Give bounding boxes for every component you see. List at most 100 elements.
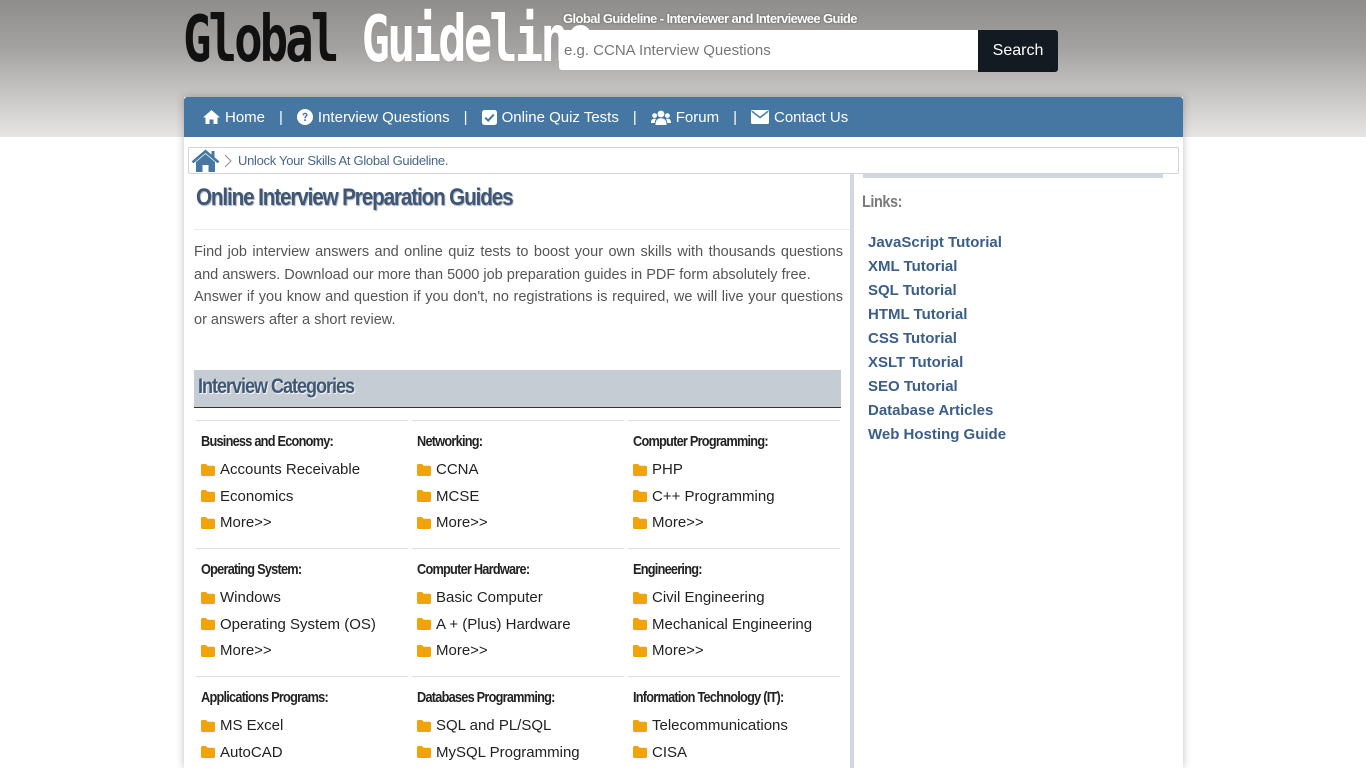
folder-icon	[417, 618, 431, 630]
title-divider	[194, 229, 850, 230]
main-container: Home | Interview Questions | Online Quiz…	[184, 97, 1183, 768]
category-link[interactable]: Windows	[201, 588, 408, 608]
intro-paragraph-1: Find job interview answers and online qu…	[194, 244, 843, 283]
site-tagline: Global Guideline - Interviewer and Inter…	[563, 11, 857, 26]
folder-icon	[417, 490, 431, 502]
category-networking: Networking: CCNA MCSE More>>	[412, 420, 624, 548]
folder-icon	[201, 516, 215, 529]
category-link[interactable]: Accounts Receivable	[201, 460, 408, 480]
category-information-technology: Information Technology (IT): Telecommuni…	[628, 676, 840, 768]
nav-interview-questions-label: Interview Questions	[317, 108, 450, 126]
nav-separator: |	[279, 108, 283, 126]
page-title: Online Interview Preparation Guides	[196, 184, 514, 211]
category-title: Computer Programming:	[633, 433, 769, 450]
category-row: Operating System: Windows Operating Syst…	[196, 548, 840, 676]
nav-separator: |	[632, 108, 637, 126]
more-link[interactable]: More>>	[201, 513, 408, 533]
category-link[interactable]: MS Excel	[201, 716, 408, 736]
sidebar-link-database-articles[interactable]: Database Articles	[868, 402, 1006, 426]
sidebar-link-html-tutorial[interactable]: HTML Tutorial	[868, 306, 1006, 330]
more-link[interactable]: More>>	[417, 513, 624, 533]
category-link[interactable]: AutoCAD	[201, 742, 408, 762]
category-title: Databases Programming:	[417, 689, 555, 706]
category-link[interactable]: PHP	[633, 460, 840, 480]
breadcrumb-home-link[interactable]	[191, 149, 221, 173]
nav-interview-questions[interactable]: Interview Questions	[296, 108, 450, 126]
search-button[interactable]: Search	[978, 30, 1058, 72]
logo-text-guideline: Guideline	[361, 3, 594, 77]
breadcrumb: Unlock Your Skills At Global Guideline.	[188, 147, 1179, 174]
category-link[interactable]: CCNA	[417, 460, 624, 480]
main-navbar: Home | Interview Questions | Online Quiz…	[184, 97, 1183, 137]
sidebar-top-bar	[863, 174, 1163, 178]
category-business-economy: Business and Economy: Accounts Receivabl…	[196, 420, 408, 548]
category-link[interactable]: Telecommunications	[633, 716, 840, 736]
category-row: Business and Economy: Accounts Receivabl…	[196, 420, 840, 548]
category-link[interactable]: Operating System (OS)	[201, 614, 408, 634]
category-applications-programs: Applications Programs: MS Excel AutoCAD	[196, 676, 408, 768]
sidebar-link-sql-tutorial[interactable]: SQL Tutorial	[868, 282, 1006, 306]
intro-text: Find job interview answers and online qu…	[194, 241, 843, 331]
site-logo[interactable]: Global Guideline	[183, 3, 594, 77]
sidebar-link-web-hosting-guide[interactable]: Web Hosting Guide	[868, 426, 1006, 450]
more-link[interactable]: More>>	[201, 641, 408, 661]
category-link[interactable]: C++ Programming	[633, 486, 840, 506]
nav-online-quiz-tests[interactable]: Online Quiz Tests	[481, 108, 619, 126]
nav-separator: |	[463, 108, 468, 126]
more-link[interactable]: More>>	[417, 641, 624, 661]
categories-heading-bar: Interview Categories	[194, 370, 841, 408]
sidebar-link-javascript-tutorial[interactable]: JavaScript Tutorial	[868, 234, 1006, 258]
category-link[interactable]: Mechanical Engineering	[633, 614, 840, 634]
category-title: Computer Hardware:	[417, 561, 530, 578]
category-link[interactable]: Basic Computer	[417, 588, 624, 608]
folder-icon	[201, 490, 215, 502]
folder-icon	[201, 591, 215, 604]
folder-icon	[417, 644, 431, 657]
nav-forum-label: Forum	[675, 108, 720, 126]
folder-icon	[201, 463, 215, 476]
intro-paragraph-2: Answer if you know and question if you d…	[194, 289, 843, 328]
checkbox-icon	[481, 109, 497, 125]
category-title: Business and Economy:	[201, 433, 334, 450]
folder-icon	[633, 591, 647, 604]
category-title: Operating System:	[201, 561, 302, 578]
more-link[interactable]: More>>	[633, 513, 840, 533]
sidebar-link-xslt-tutorial[interactable]: XSLT Tutorial	[868, 354, 1006, 378]
home-icon	[203, 110, 220, 124]
categories-heading: Interview Categories	[198, 375, 355, 398]
category-link[interactable]: CISA	[633, 742, 840, 762]
folder-icon	[201, 644, 215, 657]
category-link[interactable]: MCSE	[417, 486, 624, 506]
category-link[interactable]: MySQL Programming	[417, 742, 624, 762]
nav-separator: |	[733, 108, 737, 126]
nav-forum[interactable]: Forum	[650, 108, 720, 126]
search-input[interactable]	[559, 30, 978, 70]
sidebar-link-seo-tutorial[interactable]: SEO Tutorial	[868, 378, 1006, 402]
folder-icon	[201, 719, 215, 732]
folder-icon	[417, 591, 431, 604]
category-title: Engineering:	[633, 561, 703, 578]
sidebar-link-xml-tutorial[interactable]: XML Tutorial	[868, 258, 1006, 282]
sidebar-links: JavaScript Tutorial XML Tutorial SQL Tut…	[868, 234, 1006, 450]
folder-icon	[417, 746, 431, 758]
category-link[interactable]: A + (Plus) Hardware	[417, 614, 624, 634]
category-title: Networking:	[417, 433, 483, 450]
chevron-right-icon	[224, 151, 234, 171]
category-engineering: Engineering: Civil Engineering Mechanica…	[628, 548, 840, 676]
more-link[interactable]: More>>	[633, 641, 840, 661]
users-icon	[650, 110, 671, 125]
category-link[interactable]: Civil Engineering	[633, 588, 840, 608]
folder-icon	[633, 719, 647, 732]
nav-contact-us[interactable]: Contact Us	[751, 109, 848, 126]
category-link[interactable]: SQL and PL/SQL	[417, 716, 624, 736]
category-title: Information Technology (IT):	[633, 689, 784, 706]
nav-online-quiz-tests-label: Online Quiz Tests	[501, 108, 619, 126]
folder-icon	[633, 746, 647, 758]
category-link[interactable]: Economics	[201, 486, 408, 506]
nav-home[interactable]: Home	[203, 109, 265, 126]
folder-icon	[633, 490, 647, 502]
category-databases-programming: Databases Programming: SQL and PL/SQL My…	[412, 676, 624, 768]
sidebar-link-css-tutorial[interactable]: CSS Tutorial	[868, 330, 1006, 354]
sidebar-divider	[850, 174, 854, 768]
categories-grid: Business and Economy: Accounts Receivabl…	[196, 420, 840, 768]
